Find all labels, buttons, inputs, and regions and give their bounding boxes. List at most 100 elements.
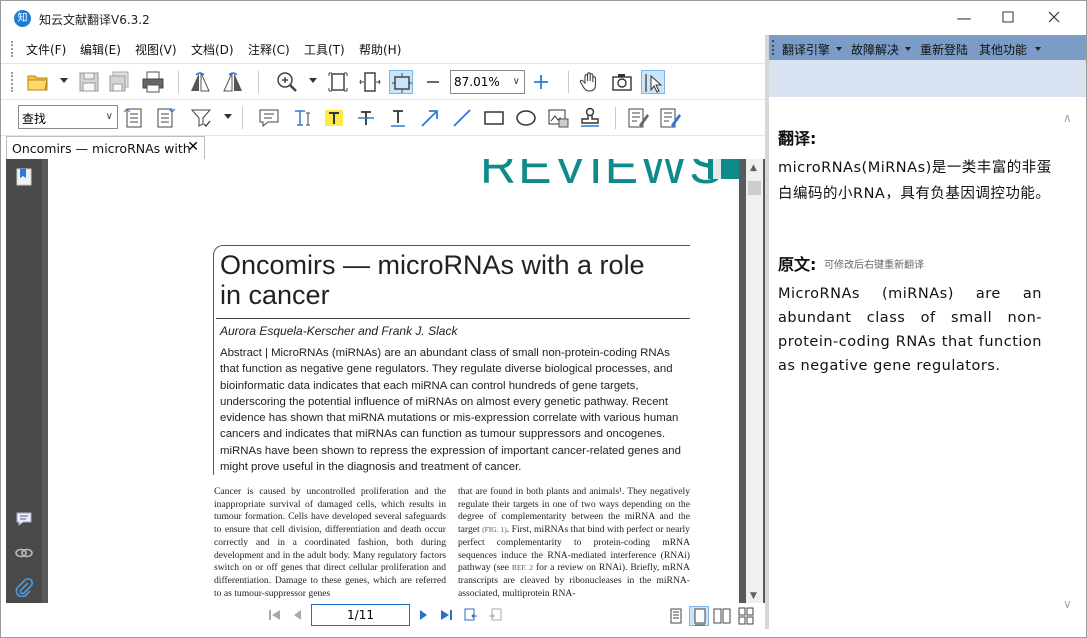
close-tab-icon[interactable]: ✕	[187, 139, 199, 155]
toolbar-separator	[178, 71, 179, 93]
app-window: 知 知云文献翻译V6.3.2 — 文件(F) 编辑(E) 视图(V) 文档(D)…	[0, 0, 1087, 638]
image-stamp-icon[interactable]	[546, 106, 570, 130]
close-window-button[interactable]	[1034, 5, 1074, 31]
annotation-toolbar: 查找 ∨	[1, 99, 765, 134]
hand-tool-icon[interactable]	[578, 70, 602, 94]
attachment-panel-icon[interactable]	[14, 577, 34, 598]
scroll-down-chevron-icon[interactable]: ∨	[1063, 597, 1072, 611]
edit-content-icon[interactable]	[658, 106, 682, 130]
page-number-input[interactable]: 1/11	[311, 604, 410, 626]
find-next-icon[interactable]	[153, 106, 177, 130]
filter-dropdown-arrow[interactable]	[224, 114, 232, 119]
underline-text-icon[interactable]	[386, 106, 410, 130]
zoom-in-icon[interactable]	[275, 70, 299, 94]
find-input[interactable]: 查找 ∨	[18, 105, 118, 129]
previous-page-icon[interactable]	[291, 608, 305, 622]
chevron-down-icon: ∨	[512, 76, 520, 87]
edit-document-icon[interactable]	[626, 106, 650, 130]
filter-comments-icon[interactable]	[189, 106, 213, 130]
relogin-menu[interactable]: 重新登陆	[920, 41, 968, 58]
figure-reference[interactable]: (FIG. 1)	[482, 525, 507, 534]
maximize-button[interactable]	[988, 5, 1028, 31]
minimize-button[interactable]: —	[944, 5, 984, 31]
fit-width-icon[interactable]	[358, 70, 382, 94]
stamp-icon[interactable]	[578, 106, 602, 130]
highlight-text-icon[interactable]	[322, 106, 346, 130]
menu-view[interactable]: 视图(V)	[135, 41, 177, 58]
menu-help[interactable]: 帮助(H)	[359, 41, 401, 58]
document-scrollbar[interactable]: ▲ ▼	[746, 159, 763, 603]
ellipse-tool-icon[interactable]	[514, 106, 538, 130]
scroll-down-arrow-icon[interactable]: ▼	[750, 591, 757, 601]
menu-grip[interactable]	[11, 41, 14, 57]
go-back-view-icon[interactable]	[464, 608, 478, 622]
go-forward-view-icon[interactable]	[488, 608, 502, 622]
zoom-plus-icon[interactable]	[529, 70, 553, 94]
note-comment-icon[interactable]	[257, 106, 281, 130]
zoom-out-icon[interactable]	[421, 70, 445, 94]
translation-text: microRNAs(MiRNAs)是一类丰富的非蛋白编码的小RNA，具有负基因调…	[778, 160, 1052, 202]
save-icon[interactable]	[77, 70, 101, 94]
scroll-thumb[interactable]	[748, 181, 761, 195]
find-previous-icon[interactable]	[122, 106, 146, 130]
panel-menu-grip[interactable]	[772, 40, 775, 55]
open-dropdown-arrow[interactable]	[60, 78, 68, 83]
fit-visible-icon[interactable]	[389, 70, 413, 94]
toolbar-grip[interactable]	[11, 72, 14, 92]
toolbar-separator	[242, 107, 243, 129]
print-icon[interactable]	[141, 70, 165, 94]
toolbar-separator	[568, 71, 569, 93]
chevron-down-icon: ∨	[105, 111, 113, 122]
document-tab[interactable]: Oncomirs — microRNAs with ✕	[6, 136, 205, 160]
find-value: 查找	[22, 112, 47, 126]
zoom-value: 87.01%	[454, 75, 500, 89]
other-functions-menu[interactable]: 其他功能	[979, 41, 1027, 58]
chevron-down-icon[interactable]	[905, 47, 911, 51]
article-title: Oncomirs — microRNAs with a role in canc…	[220, 250, 645, 310]
bookmark-panel-icon[interactable]	[14, 167, 34, 187]
link-panel-icon[interactable]	[14, 543, 34, 563]
translation-engine-menu[interactable]: 翻译引擎	[782, 41, 830, 58]
last-page-icon[interactable]	[439, 608, 453, 622]
continuous-view-icon[interactable]	[689, 606, 709, 626]
ref-reference[interactable]: REF. 2	[512, 563, 533, 572]
text-box-icon[interactable]	[290, 106, 314, 130]
menu-file[interactable]: 文件(F)	[26, 41, 66, 58]
body-column-right: that are found in both plants and animal…	[458, 486, 690, 600]
troubleshoot-menu[interactable]: 故障解决	[851, 41, 899, 58]
open-folder-icon[interactable]	[26, 70, 50, 94]
strikeout-text-icon[interactable]	[354, 106, 378, 130]
chevron-down-icon[interactable]	[836, 47, 842, 51]
menu-document[interactable]: 文档(D)	[191, 41, 234, 58]
arrow-tool-icon[interactable]	[418, 106, 442, 130]
select-text-icon[interactable]	[641, 70, 665, 94]
menu-edit[interactable]: 编辑(E)	[80, 41, 121, 58]
zoom-dropdown-arrow[interactable]	[309, 78, 317, 83]
first-page-icon[interactable]	[268, 608, 282, 622]
article-authors: Aurora Esquela-Kerscher and Frank J. Sla…	[220, 324, 458, 338]
menu-comment[interactable]: 注释(C)	[248, 41, 290, 58]
scroll-up-chevron-icon[interactable]: ∧	[1063, 111, 1072, 125]
comments-panel-icon[interactable]	[14, 509, 34, 529]
title-rule	[216, 318, 690, 319]
chevron-down-icon[interactable]	[1035, 47, 1041, 51]
rectangle-tool-icon[interactable]	[482, 106, 506, 130]
pdf-page[interactable]: REVIEWS Oncomirs — microRNAs with a role…	[48, 159, 739, 603]
save-as-icon[interactable]	[108, 70, 132, 94]
translation-panel-menu: 翻译引擎 故障解决 重新登陆 其他功能	[769, 35, 1086, 60]
single-page-view-icon[interactable]	[666, 606, 686, 626]
flip-right-icon[interactable]	[221, 70, 245, 94]
flip-left-icon[interactable]	[188, 70, 212, 94]
next-page-icon[interactable]	[416, 608, 430, 622]
translation-scrollbar[interactable]: ∧ ∨	[1060, 97, 1077, 629]
scroll-up-arrow-icon[interactable]: ▲	[750, 163, 757, 173]
original-text[interactable]: MicroRNAs (miRNAs) are an abundant class…	[778, 282, 1042, 378]
menu-tools[interactable]: 工具(T)	[304, 41, 345, 58]
facing-view-icon[interactable]	[712, 606, 732, 626]
maximize-icon	[1002, 11, 1014, 23]
snapshot-camera-icon[interactable]	[610, 70, 634, 94]
line-tool-icon[interactable]	[450, 106, 474, 130]
continuous-facing-view-icon[interactable]	[736, 606, 756, 626]
zoom-select[interactable]: 87.01% ∨	[450, 70, 525, 94]
fit-page-icon[interactable]	[326, 70, 350, 94]
